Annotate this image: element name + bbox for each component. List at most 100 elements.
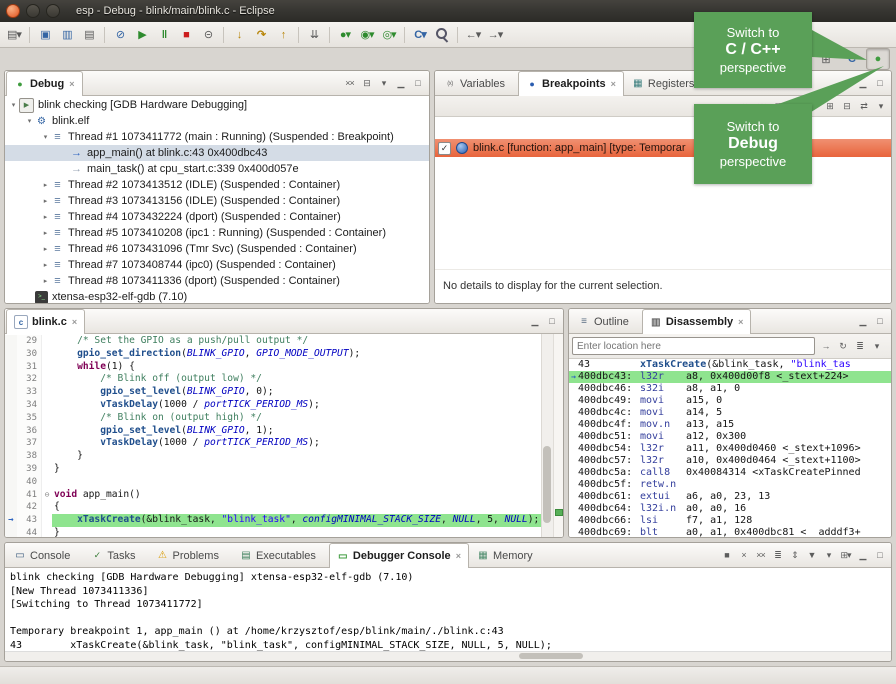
fold-icon[interactable] [41,527,52,537]
window-maximize-button[interactable] [46,4,60,18]
debug-tree-row[interactable]: ▸ Thread #6 1073431096 (Tmr Svc) (Suspen… [5,241,429,257]
line-number[interactable]: 29 [17,335,41,348]
view-tab[interactable]: Disassembly × [642,309,752,334]
tab-close-icon[interactable]: × [738,317,743,327]
view-menu-icon[interactable]: ▾ [375,75,392,92]
view-tab[interactable]: Tasks [83,543,148,567]
debug-tree-row[interactable]: ▸ Thread #7 1073408744 (ipc0) (Suspended… [5,257,429,273]
code-line[interactable]: 34 vTaskDelay(1000 / portTICK_PERIOD_MS)… [5,399,541,412]
breakpoint-item[interactable]: ✓ blink.c [function: app_main] [type: Te… [435,139,891,157]
save-all-button[interactable]: ▥ [56,25,78,45]
line-number[interactable]: 41 [17,489,41,502]
view-tab[interactable]: Debug × [6,71,83,96]
current-line-marker[interactable] [555,509,563,516]
fold-icon[interactable] [41,373,52,386]
view-menu-icon[interactable]: ▾ [868,338,885,355]
collapse-all-icon[interactable]: ⊟ [358,75,375,92]
disassembly-row[interactable]: 400dbc54:l32ra11, 0x400d0460 <_stext+109… [569,443,891,455]
step-over-button[interactable]: ↷ [250,25,272,45]
minimize-icon[interactable]: ▁ [854,313,871,330]
checkbox-checked-icon[interactable]: ✓ [438,142,451,155]
debug-tree-row[interactable]: ▸ Thread #3 1073413156 (IDLE) (Suspended… [5,193,429,209]
debug-tree-row[interactable]: ▾ blink.elf [5,113,429,129]
view-tab[interactable]: Console [6,543,83,567]
debug-tree-row[interactable]: ▾ blink checking [GDB Hardware Debugging… [5,97,429,113]
remove-launch-icon[interactable]: × [735,547,752,564]
fold-icon[interactable] [41,425,52,438]
debug-tree-row[interactable]: ▸ Thread #8 1073411336 (dport) (Suspende… [5,273,429,289]
minimize-icon[interactable]: ▁ [854,75,871,92]
disconnect-button[interactable]: ⊝ [197,25,219,45]
new-cpp-project-button[interactable]: C▾ [409,25,431,45]
skip-all-breakpoints-button[interactable]: ⊘ [109,25,131,45]
fold-icon[interactable] [41,501,52,514]
line-number[interactable]: 31 [17,361,41,374]
expander-icon[interactable]: ▾ [40,133,51,141]
minimize-icon[interactable]: ▁ [854,547,871,564]
disassembly-row[interactable]: 400dbc64:l32i.na0, a0, 16 [569,503,891,515]
window-close-button[interactable] [6,4,20,18]
maximize-icon[interactable]: □ [543,313,560,330]
code-line[interactable]: 44 } [5,527,541,537]
step-into-button[interactable]: ↓ [228,25,250,45]
code-line[interactable]: 29 /* Set the GPIO as a push/pull output… [5,335,541,348]
open-console-icon[interactable]: ⊞▾ [837,547,854,564]
disassembly-row[interactable]: 400dbc61:extuia6, a0, 23, 13 [569,491,891,503]
editor-vertical-scrollbar[interactable] [541,334,553,537]
debug-tree-row[interactable]: ▾ Thread #1 1073411772 (main : Running) … [5,129,429,145]
debug-tree-row[interactable]: xtensa-esp32-elf-gdb (7.10) [5,289,429,303]
new-wizard-button[interactable]: ▤▾ [3,25,25,45]
expand-all-icon[interactable]: ⊞ [821,98,838,115]
display-selected-console-icon[interactable]: ▾ [820,547,837,564]
disassembly-row[interactable]: 400dbc4c:movia14, 5 [569,407,891,419]
print-button[interactable]: ▤ [78,25,100,45]
code-area[interactable]: 29 /* Set the GPIO as a push/pull output… [5,334,541,537]
terminate-button[interactable]: ■ [175,25,197,45]
disassembly-row[interactable]: 400dbc49:movia15, 0 [569,395,891,407]
line-number[interactable]: 37 [17,437,41,450]
code-line[interactable]: → 43 xTaskCreate(&blink_task, "blink_tas… [5,514,541,527]
jump-to-pc-icon[interactable]: → [817,338,834,355]
maximize-icon[interactable]: □ [871,547,888,564]
expander-icon[interactable]: ▸ [40,197,51,205]
view-tab[interactable]: Debugger Console × [329,543,469,568]
debug-tree-row[interactable]: ▸ Thread #5 1073410208 (ipc1 : Running) … [5,225,429,241]
line-number[interactable]: 43 [17,514,41,527]
collapse-all-icon[interactable]: ⊟ [838,98,855,115]
line-number[interactable]: 35 [17,412,41,425]
view-tab[interactable]: Memory [469,543,546,567]
code-line[interactable]: 40 [5,476,541,489]
view-tab[interactable]: Breakpoints × [518,71,624,96]
window-minimize-button[interactable] [26,4,40,18]
disassembly-row[interactable]: 400dbc5f:retw.n [569,479,891,491]
code-line[interactable]: 36 gpio_set_level(BLINK_GPIO, 1); [5,425,541,438]
suspend-button[interactable]: ‖ [153,25,175,45]
remove-all-terminated-icon[interactable]: ×× [752,547,769,564]
clear-console-icon[interactable]: ≣ [769,547,786,564]
disassembly-row[interactable]: 400dbc69:blta0, a1, 0x400dbc81 <__adddf3… [569,527,891,537]
expander-icon[interactable]: ▸ [40,213,51,221]
disassembly-row[interactable]: 400dbc5a:call80x40084314 <xTaskCreatePin… [569,467,891,479]
expander-icon[interactable]: ▸ [40,277,51,285]
disassembly-row[interactable]: 400dbc46:s32ia8, a1, 0 [569,383,891,395]
resume-button[interactable]: ▶ [131,25,153,45]
disassembly-row[interactable]: → 400dbc43:l32ra8, 0x400d00f8 <_stext+22… [569,371,891,383]
line-number[interactable]: 40 [17,476,41,489]
code-line[interactable]: 30 gpio_set_direction(BLINK_GPIO, GPIO_M… [5,348,541,361]
pin-console-icon[interactable]: ▼ [803,547,820,564]
scrollbar-thumb[interactable] [519,653,583,659]
back-button[interactable]: ←▾ [462,25,484,45]
line-number[interactable]: 44 [17,527,41,537]
tab-close-icon[interactable]: × [611,79,616,89]
expander-icon[interactable]: ▾ [8,101,19,109]
fold-icon[interactable] [41,514,52,527]
code-line[interactable]: 31 while(1) { [5,361,541,374]
fold-icon[interactable] [41,361,52,374]
code-line[interactable]: 33 gpio_set_level(BLINK_GPIO, 0); [5,386,541,399]
scrollbar-thumb[interactable] [543,446,551,523]
fold-icon[interactable] [41,437,52,450]
minimize-icon[interactable]: ▁ [526,313,543,330]
code-line[interactable]: 42 { [5,501,541,514]
line-number[interactable]: 33 [17,386,41,399]
tab-close-icon[interactable]: × [72,317,77,327]
